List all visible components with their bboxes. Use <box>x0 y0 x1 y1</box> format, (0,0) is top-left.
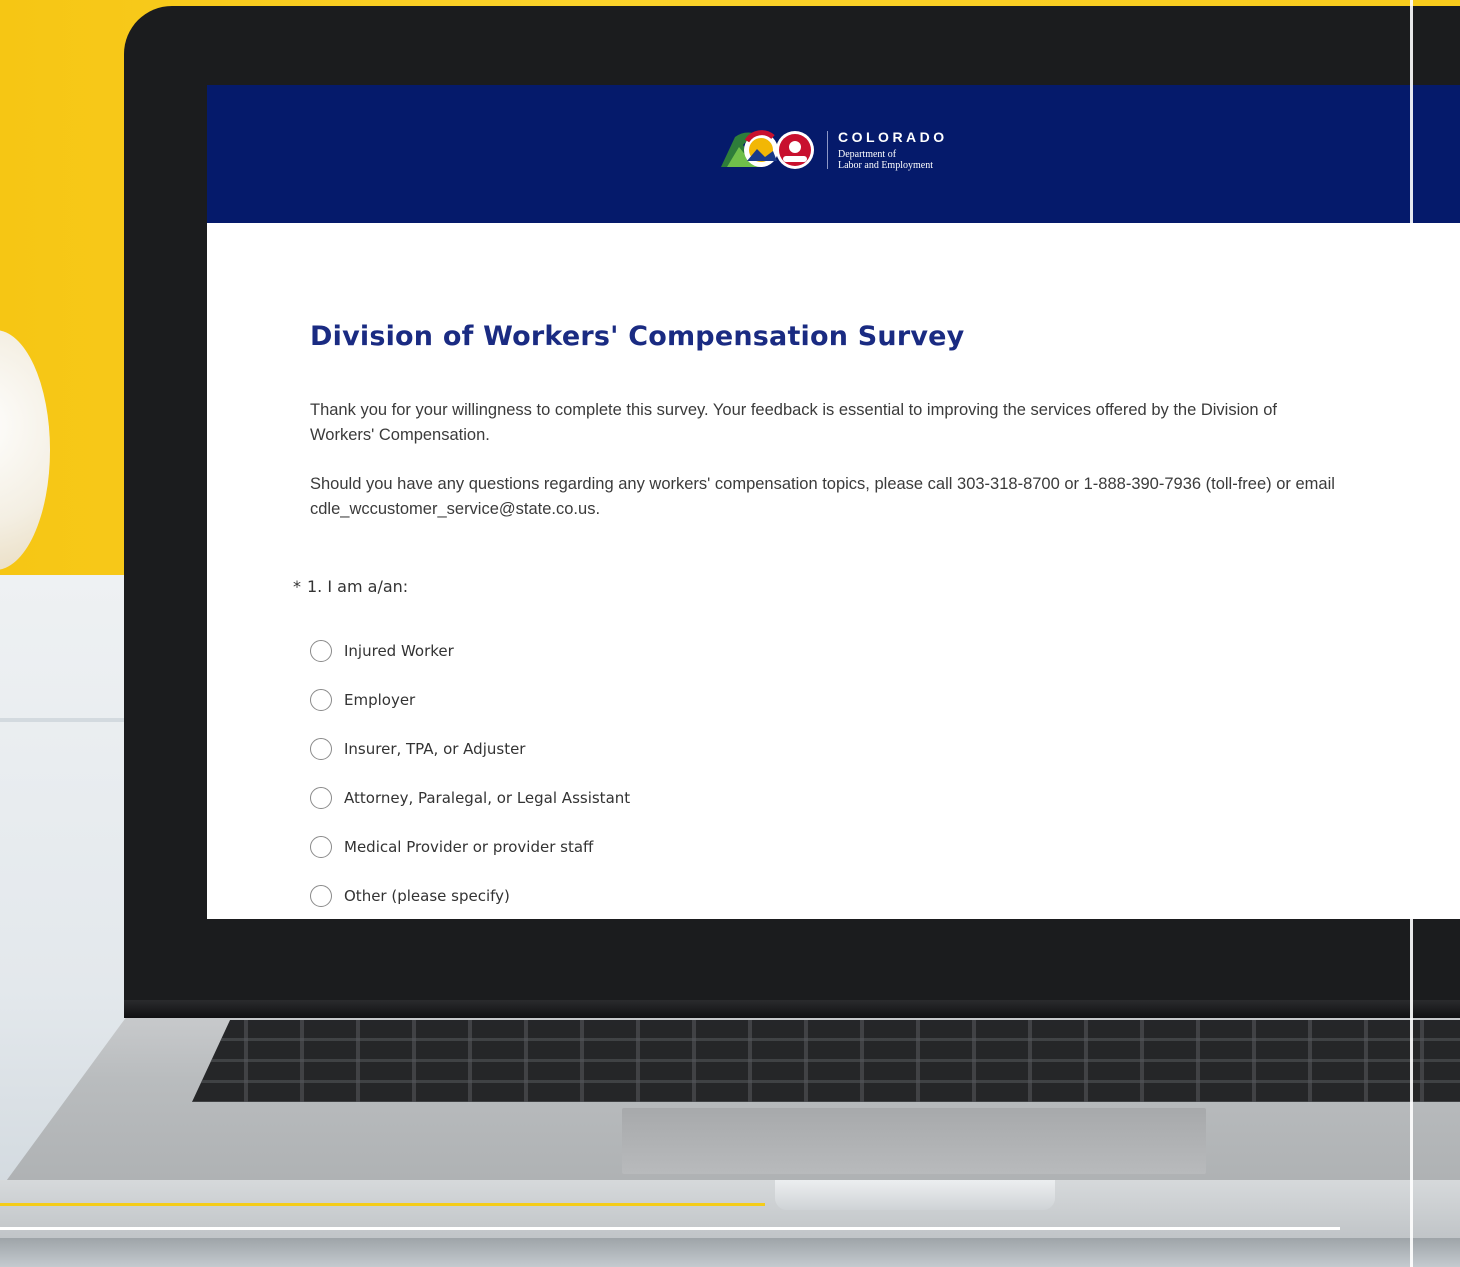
option-label: Employer <box>344 691 416 709</box>
logo-divider <box>827 131 828 169</box>
accent-line-vertical <box>1410 0 1413 1267</box>
cdle-logo[interactable]: COLORADO Department of Labor and Employm… <box>717 127 948 173</box>
laptop-shadow <box>0 1238 1460 1267</box>
radio-unselected-icon[interactable] <box>310 738 332 760</box>
logo-subtitle: Department of Labor and Employment <box>838 149 948 171</box>
logo-subtitle-line1: Department of <box>838 148 897 160</box>
radio-unselected-icon[interactable] <box>310 885 332 907</box>
option-other[interactable]: Other (please specify) <box>310 882 510 910</box>
option-injured-worker[interactable]: Injured Worker <box>310 637 454 665</box>
question-1-label: * 1. I am a/an: <box>293 577 408 596</box>
laptop-trackpad <box>622 1108 1206 1174</box>
intro-paragraph-1: Thank you for your willingness to comple… <box>310 401 1277 444</box>
option-label: Injured Worker <box>344 642 454 660</box>
site-header: COLORADO Department of Labor and Employm… <box>207 85 1460 223</box>
option-label: Other (please specify) <box>344 887 510 905</box>
option-medical-provider[interactable]: Medical Provider or provider staff <box>310 833 593 861</box>
laptop-front <box>0 1180 1460 1240</box>
accent-line-white <box>0 1227 1340 1230</box>
option-label: Insurer, TPA, or Adjuster <box>344 740 526 758</box>
radio-unselected-icon[interactable] <box>310 787 332 809</box>
option-label: Medical Provider or provider staff <box>344 838 594 856</box>
colorado-c-mountain-icon <box>721 130 814 169</box>
laptop-keyboard-rows <box>192 1020 1460 1102</box>
radio-unselected-icon[interactable] <box>310 689 332 711</box>
option-insurer-tpa-adjuster[interactable]: Insurer, TPA, or Adjuster <box>310 735 525 763</box>
option-employer[interactable]: Employer <box>310 686 415 714</box>
logo-title: COLORADO <box>838 128 948 145</box>
option-label: Attorney, Paralegal, or Legal Assistant <box>344 789 631 807</box>
laptop-screen: COLORADO Department of Labor and Employm… <box>207 85 1460 919</box>
radio-unselected-icon[interactable] <box>310 836 332 858</box>
radio-unselected-icon[interactable] <box>310 640 332 662</box>
survey-title: Division of Workers' Compensation Survey <box>310 321 965 352</box>
logo-subtitle-line2: Labor and Employment <box>838 159 933 171</box>
option-attorney-paralegal[interactable]: Attorney, Paralegal, or Legal Assistant <box>310 784 630 812</box>
accent-line-yellow <box>0 1203 765 1206</box>
logo-wordmark: COLORADO Department of Labor and Employm… <box>838 130 948 171</box>
laptop-notch <box>775 1180 1055 1210</box>
required-marker: * <box>293 577 301 596</box>
laptop-hinge <box>124 1000 1460 1018</box>
intro-paragraph-2: Should you have any questions regarding … <box>310 475 1335 518</box>
question-1-text: 1. I am a/an: <box>307 577 409 596</box>
